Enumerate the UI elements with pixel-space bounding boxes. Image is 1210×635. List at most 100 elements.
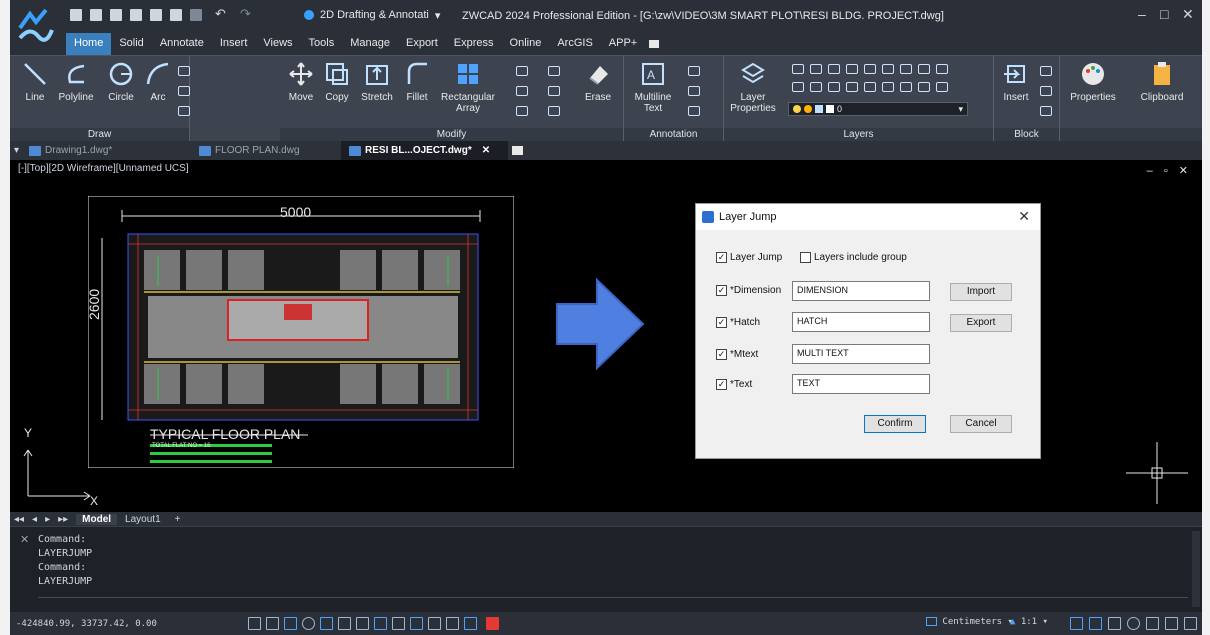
tab-layout1[interactable]: Layout1 bbox=[125, 514, 161, 525]
red-status-icon[interactable] bbox=[486, 617, 499, 630]
layer-jump-checkbox[interactable]: ✓ Layer Jump bbox=[716, 252, 782, 263]
lock-ui-icon[interactable] bbox=[1146, 617, 1159, 630]
include-group-checkbox[interactable]: Layers include group bbox=[800, 252, 907, 263]
tab-online[interactable]: Online bbox=[502, 33, 550, 55]
edit-block-icon[interactable] bbox=[1040, 86, 1052, 96]
open-file-icon[interactable] bbox=[90, 9, 102, 21]
table-icon[interactable] bbox=[688, 106, 700, 116]
layer-tool-icon[interactable] bbox=[918, 82, 930, 92]
model-space-icon[interactable] bbox=[464, 617, 477, 630]
menu-icon[interactable] bbox=[1184, 617, 1197, 630]
clipboard-button[interactable]: Clipboard bbox=[1134, 60, 1190, 103]
ortho-toggle-icon[interactable] bbox=[284, 617, 297, 630]
leader-icon[interactable] bbox=[688, 86, 700, 96]
annotation-scale[interactable]: ▲ 1:1 ▾ bbox=[1010, 617, 1048, 627]
plot-icon[interactable] bbox=[150, 9, 162, 21]
erase-button[interactable]: Erase bbox=[580, 60, 616, 103]
layer-tool-icon[interactable] bbox=[882, 82, 894, 92]
layer-tool-icon[interactable] bbox=[828, 64, 840, 74]
layer-tool-icon[interactable] bbox=[792, 82, 804, 92]
tab-arcgis[interactable]: ArcGIS bbox=[549, 33, 600, 55]
doc-tab-floor-plan[interactable]: FLOOR PLAN.dwg bbox=[191, 141, 341, 160]
snap-toggle-icon[interactable] bbox=[266, 617, 279, 630]
rectangular-array-button[interactable]: Rectangular Array bbox=[440, 60, 496, 114]
layer-tool-icon[interactable] bbox=[864, 82, 876, 92]
command-input-line[interactable] bbox=[38, 597, 1188, 598]
mtext-checkbox[interactable]: ✓ *Mtext bbox=[716, 349, 758, 360]
export-button[interactable]: Export bbox=[950, 314, 1012, 332]
layer-tool-icon[interactable] bbox=[864, 64, 876, 74]
add-layout-button[interactable]: + bbox=[169, 514, 181, 525]
dimension-icon[interactable] bbox=[688, 66, 700, 76]
dimension-checkbox[interactable]: ✓ *Dimension bbox=[716, 285, 781, 296]
save-icon[interactable] bbox=[110, 9, 122, 21]
move-button[interactable]: Move bbox=[286, 60, 316, 103]
arc-button[interactable]: Arc bbox=[144, 60, 172, 103]
undo-icon[interactable]: ↶ bbox=[215, 6, 226, 22]
layer-tool-icon[interactable] bbox=[810, 82, 822, 92]
transparency-toggle-icon[interactable] bbox=[410, 617, 423, 630]
tab-home[interactable]: Home bbox=[66, 33, 112, 55]
mirror-icon[interactable] bbox=[516, 106, 528, 116]
rotate-icon[interactable] bbox=[516, 86, 528, 96]
layer-tool-icon[interactable] bbox=[846, 82, 858, 92]
doc-tab-drawing1[interactable]: Drawing1.dwg* bbox=[21, 141, 191, 160]
close-tab-icon[interactable]: ✕ bbox=[482, 145, 490, 156]
restore-button[interactable]: □ bbox=[1160, 6, 1168, 22]
checkbox-checked-icon[interactable]: ✓ bbox=[716, 349, 727, 360]
doc-tab-resi-bldg[interactable]: RESI BL...OJECT.dwg* ✕ bbox=[341, 141, 509, 160]
tab-export[interactable]: Export bbox=[398, 33, 446, 55]
tab-model[interactable]: Model bbox=[76, 513, 118, 525]
fillet-button[interactable]: Fillet bbox=[402, 60, 432, 103]
workspace-settings-icon[interactable] bbox=[1108, 617, 1121, 630]
text-layer-field[interactable]: TEXT bbox=[792, 374, 930, 394]
layer-tool-icon[interactable] bbox=[936, 64, 948, 74]
workspace-switcher[interactable]: 2D Drafting & Annotati ▾ bbox=[298, 6, 446, 24]
lineweight-toggle-icon[interactable] bbox=[392, 617, 405, 630]
layer-tool-icon[interactable] bbox=[810, 64, 822, 74]
scale-icon[interactable] bbox=[548, 66, 560, 76]
print-preview-icon[interactable] bbox=[170, 9, 182, 21]
minimize-button[interactable]: – bbox=[1138, 6, 1146, 22]
mtext-layer-field[interactable]: MULTI TEXT bbox=[792, 344, 930, 364]
text-checkbox[interactable]: ✓ *Text bbox=[716, 379, 752, 390]
copy-button[interactable]: Copy bbox=[322, 60, 352, 103]
trim-icon[interactable] bbox=[516, 66, 528, 76]
properties-button[interactable]: Properties bbox=[1064, 60, 1122, 103]
layer-tool-icon[interactable] bbox=[900, 82, 912, 92]
auto-scale-icon[interactable] bbox=[1089, 617, 1102, 630]
checkbox-checked-icon[interactable]: ✓ bbox=[716, 285, 727, 296]
dynamic-ucs-icon[interactable] bbox=[356, 617, 369, 630]
hatch-checkbox[interactable]: ✓ *Hatch bbox=[716, 317, 760, 328]
match-prop-icon[interactable] bbox=[190, 9, 202, 21]
drawing-viewport[interactable]: [-][Top][2D Wireframe][Unnamed UCS] – ▫ … bbox=[10, 160, 1202, 512]
units-selector[interactable]: Centimeters ▾ bbox=[926, 617, 1013, 627]
layer-tool-icon[interactable] bbox=[918, 64, 930, 74]
ellipse-icon[interactable] bbox=[178, 66, 190, 76]
layer-dropdown[interactable]: 0 ▾ bbox=[788, 102, 968, 116]
layout-nav-last-icon[interactable]: ▸▸ bbox=[58, 514, 68, 525]
checkbox-unchecked-icon[interactable] bbox=[800, 252, 811, 263]
selection-cycling-icon[interactable] bbox=[446, 617, 459, 630]
otrack-toggle-icon[interactable] bbox=[338, 617, 351, 630]
redo-icon[interactable]: ↷ bbox=[240, 6, 251, 22]
tab-views[interactable]: Views bbox=[255, 33, 300, 55]
dynamic-input-icon[interactable] bbox=[374, 617, 387, 630]
cancel-button[interactable]: Cancel bbox=[950, 415, 1012, 433]
layout-nav-first-icon[interactable]: ◂◂ bbox=[14, 514, 24, 525]
tab-app-plus[interactable]: APP+ bbox=[601, 33, 645, 55]
stretch-button[interactable]: Stretch bbox=[358, 60, 396, 103]
layer-tool-icon[interactable] bbox=[882, 64, 894, 74]
layout-nav-next-icon[interactable]: ▸ bbox=[45, 514, 50, 525]
hatch-layer-field[interactable]: HATCH bbox=[792, 312, 930, 332]
checkbox-checked-icon[interactable]: ✓ bbox=[716, 252, 727, 263]
tab-annotate[interactable]: Annotate bbox=[152, 33, 212, 55]
tab-manage[interactable]: Manage bbox=[342, 33, 398, 55]
grid-toggle-icon[interactable] bbox=[248, 617, 261, 630]
doc-list-chevron-icon[interactable]: ▾ bbox=[10, 145, 21, 156]
insert-block-button[interactable]: Insert bbox=[998, 60, 1034, 103]
annotation-visibility-icon[interactable] bbox=[1070, 617, 1083, 630]
dialog-title-bar[interactable]: Layer Jump ✕ bbox=[696, 204, 1040, 230]
multiline-text-button[interactable]: A Multiline Text bbox=[630, 60, 676, 114]
circle-button[interactable]: Circle bbox=[104, 60, 138, 103]
